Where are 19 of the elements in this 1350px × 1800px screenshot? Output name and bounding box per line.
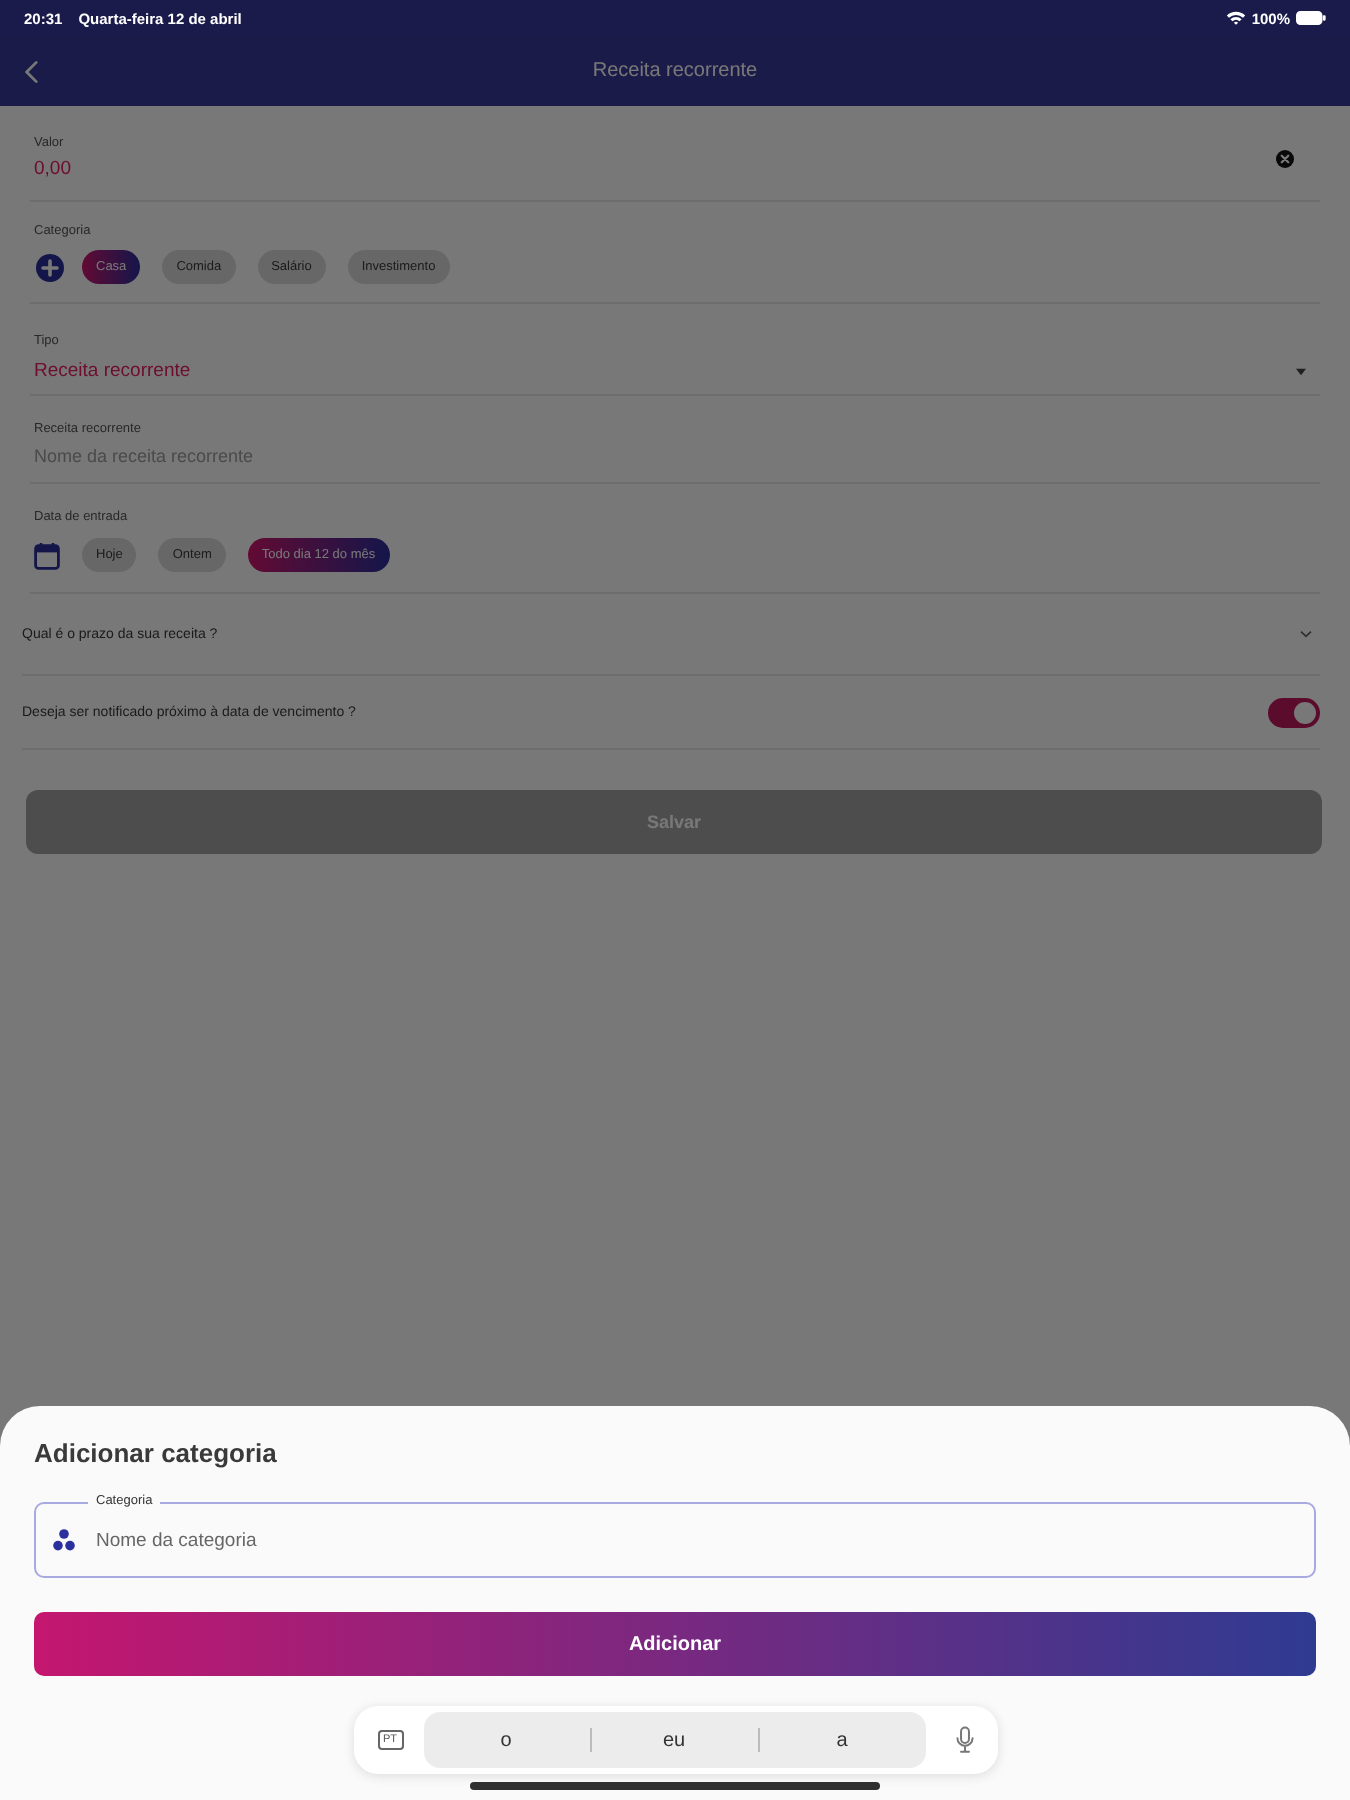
- suggestion-item[interactable]: eu: [591, 1729, 757, 1751]
- clear-icon[interactable]: [1276, 150, 1294, 168]
- add-button[interactable]: Adicionar: [34, 1612, 1316, 1676]
- wifi-icon: [1225, 10, 1246, 26]
- sheet-title: Adicionar categoria: [34, 1438, 277, 1470]
- caret-icon[interactable]: [1296, 367, 1306, 375]
- suggestion-item[interactable]: o: [423, 1729, 590, 1751]
- amount-input[interactable]: 0,00: [34, 156, 1276, 182]
- chevron-down-icon[interactable]: [1300, 630, 1312, 638]
- microphone-icon[interactable]: [955, 1726, 973, 1754]
- screen-title: Receita recorrente: [590, 60, 760, 82]
- back-icon[interactable]: [24, 59, 38, 83]
- suggestion-item[interactable]: a: [759, 1729, 925, 1751]
- notify-toggle[interactable]: [1268, 697, 1320, 727]
- battery-icon: [1296, 10, 1326, 26]
- type-dropdown[interactable]: Receita recorrente: [34, 358, 1296, 384]
- three-dots-icon: [52, 1528, 76, 1552]
- add-icon[interactable]: [36, 253, 64, 281]
- calendar-icon[interactable]: [34, 541, 60, 569]
